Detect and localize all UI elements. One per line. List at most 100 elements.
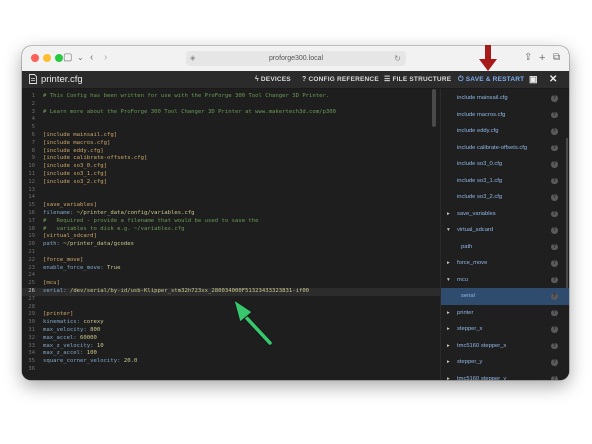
help-icon[interactable]: ? [551, 293, 558, 300]
new-tab-icon[interactable]: + [539, 51, 545, 65]
chevron-right-icon[interactable]: ▸ [447, 255, 450, 272]
tab-overview-icon[interactable]: ⧉ [553, 51, 560, 65]
chevron-right-icon[interactable]: ▸ [447, 206, 450, 223]
help-icon[interactable]: ? [551, 276, 558, 283]
sidebar-item[interactable]: include calibrate-offsets.cfg? [441, 140, 569, 157]
sidebar-item[interactable]: include eddy.cfg? [441, 123, 569, 140]
sidebar-item[interactable]: include mainsail.cfg? [441, 90, 569, 107]
chevron-right-icon[interactable]: ▸ [447, 338, 450, 355]
code-line[interactable]: 20 path: ~/printer_data/gcodes [22, 241, 440, 249]
code-line[interactable]: 29 [printer] [22, 311, 440, 319]
code-line[interactable]: 31 max_velocity: 800 [22, 327, 440, 335]
code-line[interactable]: 9 [include calibrate-offsets.cfg] [22, 155, 440, 163]
code-line[interactable]: 27 [22, 296, 440, 304]
chevron-down-icon[interactable]: ▾ [447, 222, 450, 239]
sidebar-item[interactable]: ▸ stepper_y? [441, 354, 569, 371]
share-icon[interactable]: ⇪ [524, 51, 532, 65]
help-icon[interactable]: ? [551, 375, 558, 380]
help-icon[interactable]: ? [551, 194, 558, 201]
minimize-window-button[interactable] [43, 54, 51, 62]
sidebar-item[interactable]: include so3_1.cfg? [441, 173, 569, 190]
code-line[interactable]: 19 [virtual_sdcard] [22, 233, 440, 241]
help-icon[interactable]: ? [551, 111, 558, 118]
sidebar-item[interactable]: ▸ stepper_x? [441, 321, 569, 338]
code-line[interactable]: 1 # This Config has been written for use … [22, 93, 440, 101]
back-arrow-icon[interactable]: ‹ [90, 51, 93, 65]
help-icon[interactable]: ? [551, 260, 558, 267]
code-line[interactable]: 11 [include so3_1.cfg] [22, 171, 440, 179]
code-line[interactable]: 32 max_accel: 60000 [22, 335, 440, 343]
code-line[interactable]: 2 [22, 101, 440, 109]
code-line[interactable]: 18 # variables to disk e.g. ~/variables.c… [22, 226, 440, 234]
sidebar-item[interactable]: ▸ save_variables? [441, 206, 569, 223]
help-icon[interactable]: ? [551, 342, 558, 349]
code-line[interactable]: 5 [22, 124, 440, 132]
chevron-right-icon[interactable]: ▸ [447, 371, 450, 381]
save-restart-button[interactable]: ⏻ SAVE & RESTART [458, 71, 524, 88]
code-line[interactable]: 34 max_z_accel: 100 [22, 350, 440, 358]
sidebar-item[interactable]: include macros.cfg? [441, 107, 569, 124]
help-icon[interactable]: ? [551, 144, 558, 151]
reload-icon[interactable]: ↻ [394, 51, 401, 66]
forward-arrow-icon[interactable]: › [104, 51, 107, 65]
sidebar-item[interactable]: path? [441, 239, 569, 256]
code-line[interactable]: 3 # Learn more about the ProForge 300 Too… [22, 109, 440, 117]
devices-button[interactable]: ϟ DEVICES [255, 71, 291, 88]
code-editor[interactable]: 1 # This Config has been written for use … [22, 89, 440, 380]
help-icon[interactable]: ? [551, 177, 558, 184]
sidebar-item[interactable]: include so3_2.cfg? [441, 189, 569, 206]
sidebar-item[interactable]: include so3_0.cfg? [441, 156, 569, 173]
code-line[interactable]: 14 [22, 194, 440, 202]
code-line[interactable]: 30 kinematics: corexy [22, 319, 440, 327]
help-icon[interactable]: ? [551, 95, 558, 102]
address-bar[interactable]: ◈ proforge300.local ↻ [186, 51, 406, 66]
code-line[interactable]: 15 [save_variables] [22, 202, 440, 210]
code-line[interactable]: 24 [22, 272, 440, 280]
code-line[interactable]: 10 [include so3_0.cfg] [22, 163, 440, 171]
config-reference-button[interactable]: ? CONFIG REFERENCE [302, 71, 379, 88]
help-icon[interactable]: ? [551, 326, 558, 333]
file-structure-button[interactable]: ☰ FILE STRUCTURE [384, 71, 451, 88]
help-icon[interactable]: ? [551, 210, 558, 217]
help-icon[interactable]: ? [551, 161, 558, 168]
close-window-button[interactable] [31, 54, 39, 62]
sidebar-item[interactable]: ▸ force_move? [441, 255, 569, 272]
code-line[interactable]: 36 [22, 366, 440, 374]
sidebar-toggle-icon[interactable]: ▢ [63, 51, 72, 65]
sidebar-item[interactable]: ▸ tmc5160 stepper_x? [441, 338, 569, 355]
help-icon[interactable]: ? [551, 243, 558, 250]
sidebar-item[interactable]: serial? [441, 288, 569, 305]
sidebar-item[interactable]: ▸ tmc5160 stepper_y? [441, 371, 569, 381]
code-line[interactable]: 23 enable_force_move: True [22, 265, 440, 273]
sidebar-item[interactable]: ▾ virtual_sdcard? [441, 222, 569, 239]
sidebar-item[interactable]: ▾ mcu? [441, 272, 569, 289]
chevron-right-icon[interactable]: ▸ [447, 321, 450, 338]
code-line[interactable]: 7 [include macros.cfg] [22, 140, 440, 148]
code-line[interactable]: 28 [22, 304, 440, 312]
code-line[interactable]: 25 [mcu] [22, 280, 440, 288]
sidebar-item[interactable]: ▸ printer? [441, 305, 569, 322]
code-line[interactable]: 21 [22, 249, 440, 257]
help-icon[interactable]: ? [551, 128, 558, 135]
code-line[interactable]: 35 square_corner_velocity: 20.0 [22, 358, 440, 366]
zoom-window-button[interactable] [55, 54, 63, 62]
code-line[interactable]: 6 [include mainsail.cfg] [22, 132, 440, 140]
help-icon[interactable]: ? [551, 227, 558, 234]
code-line[interactable]: 17 # Required - provide a filename that w… [22, 218, 440, 226]
code-line[interactable]: 33 max_z_velocity: 10 [22, 343, 440, 351]
help-icon[interactable]: ? [551, 359, 558, 366]
chevron-down-icon[interactable]: ⌄ [77, 51, 84, 65]
code-line[interactable]: 26 serial: /dev/serial/by-id/usb-Klipper_… [22, 288, 440, 296]
close-icon[interactable]: ✕ [549, 71, 557, 88]
code-line[interactable]: 4 [22, 116, 440, 124]
code-line[interactable]: 8 [include eddy.cfg] [22, 148, 440, 156]
chevron-right-icon[interactable]: ▸ [447, 305, 450, 322]
code-line[interactable]: 13 [22, 187, 440, 195]
code-line[interactable]: 22 [force_move] [22, 257, 440, 265]
help-icon[interactable]: ? [551, 309, 558, 316]
code-line[interactable]: 12 [include so3_2.cfg] [22, 179, 440, 187]
save-icon[interactable]: ▣ [529, 71, 538, 88]
code-line[interactable]: 16 filename: ~/printer_data/config/variab… [22, 210, 440, 218]
chevron-right-icon[interactable]: ▸ [447, 354, 450, 371]
chevron-down-icon[interactable]: ▾ [447, 272, 450, 289]
